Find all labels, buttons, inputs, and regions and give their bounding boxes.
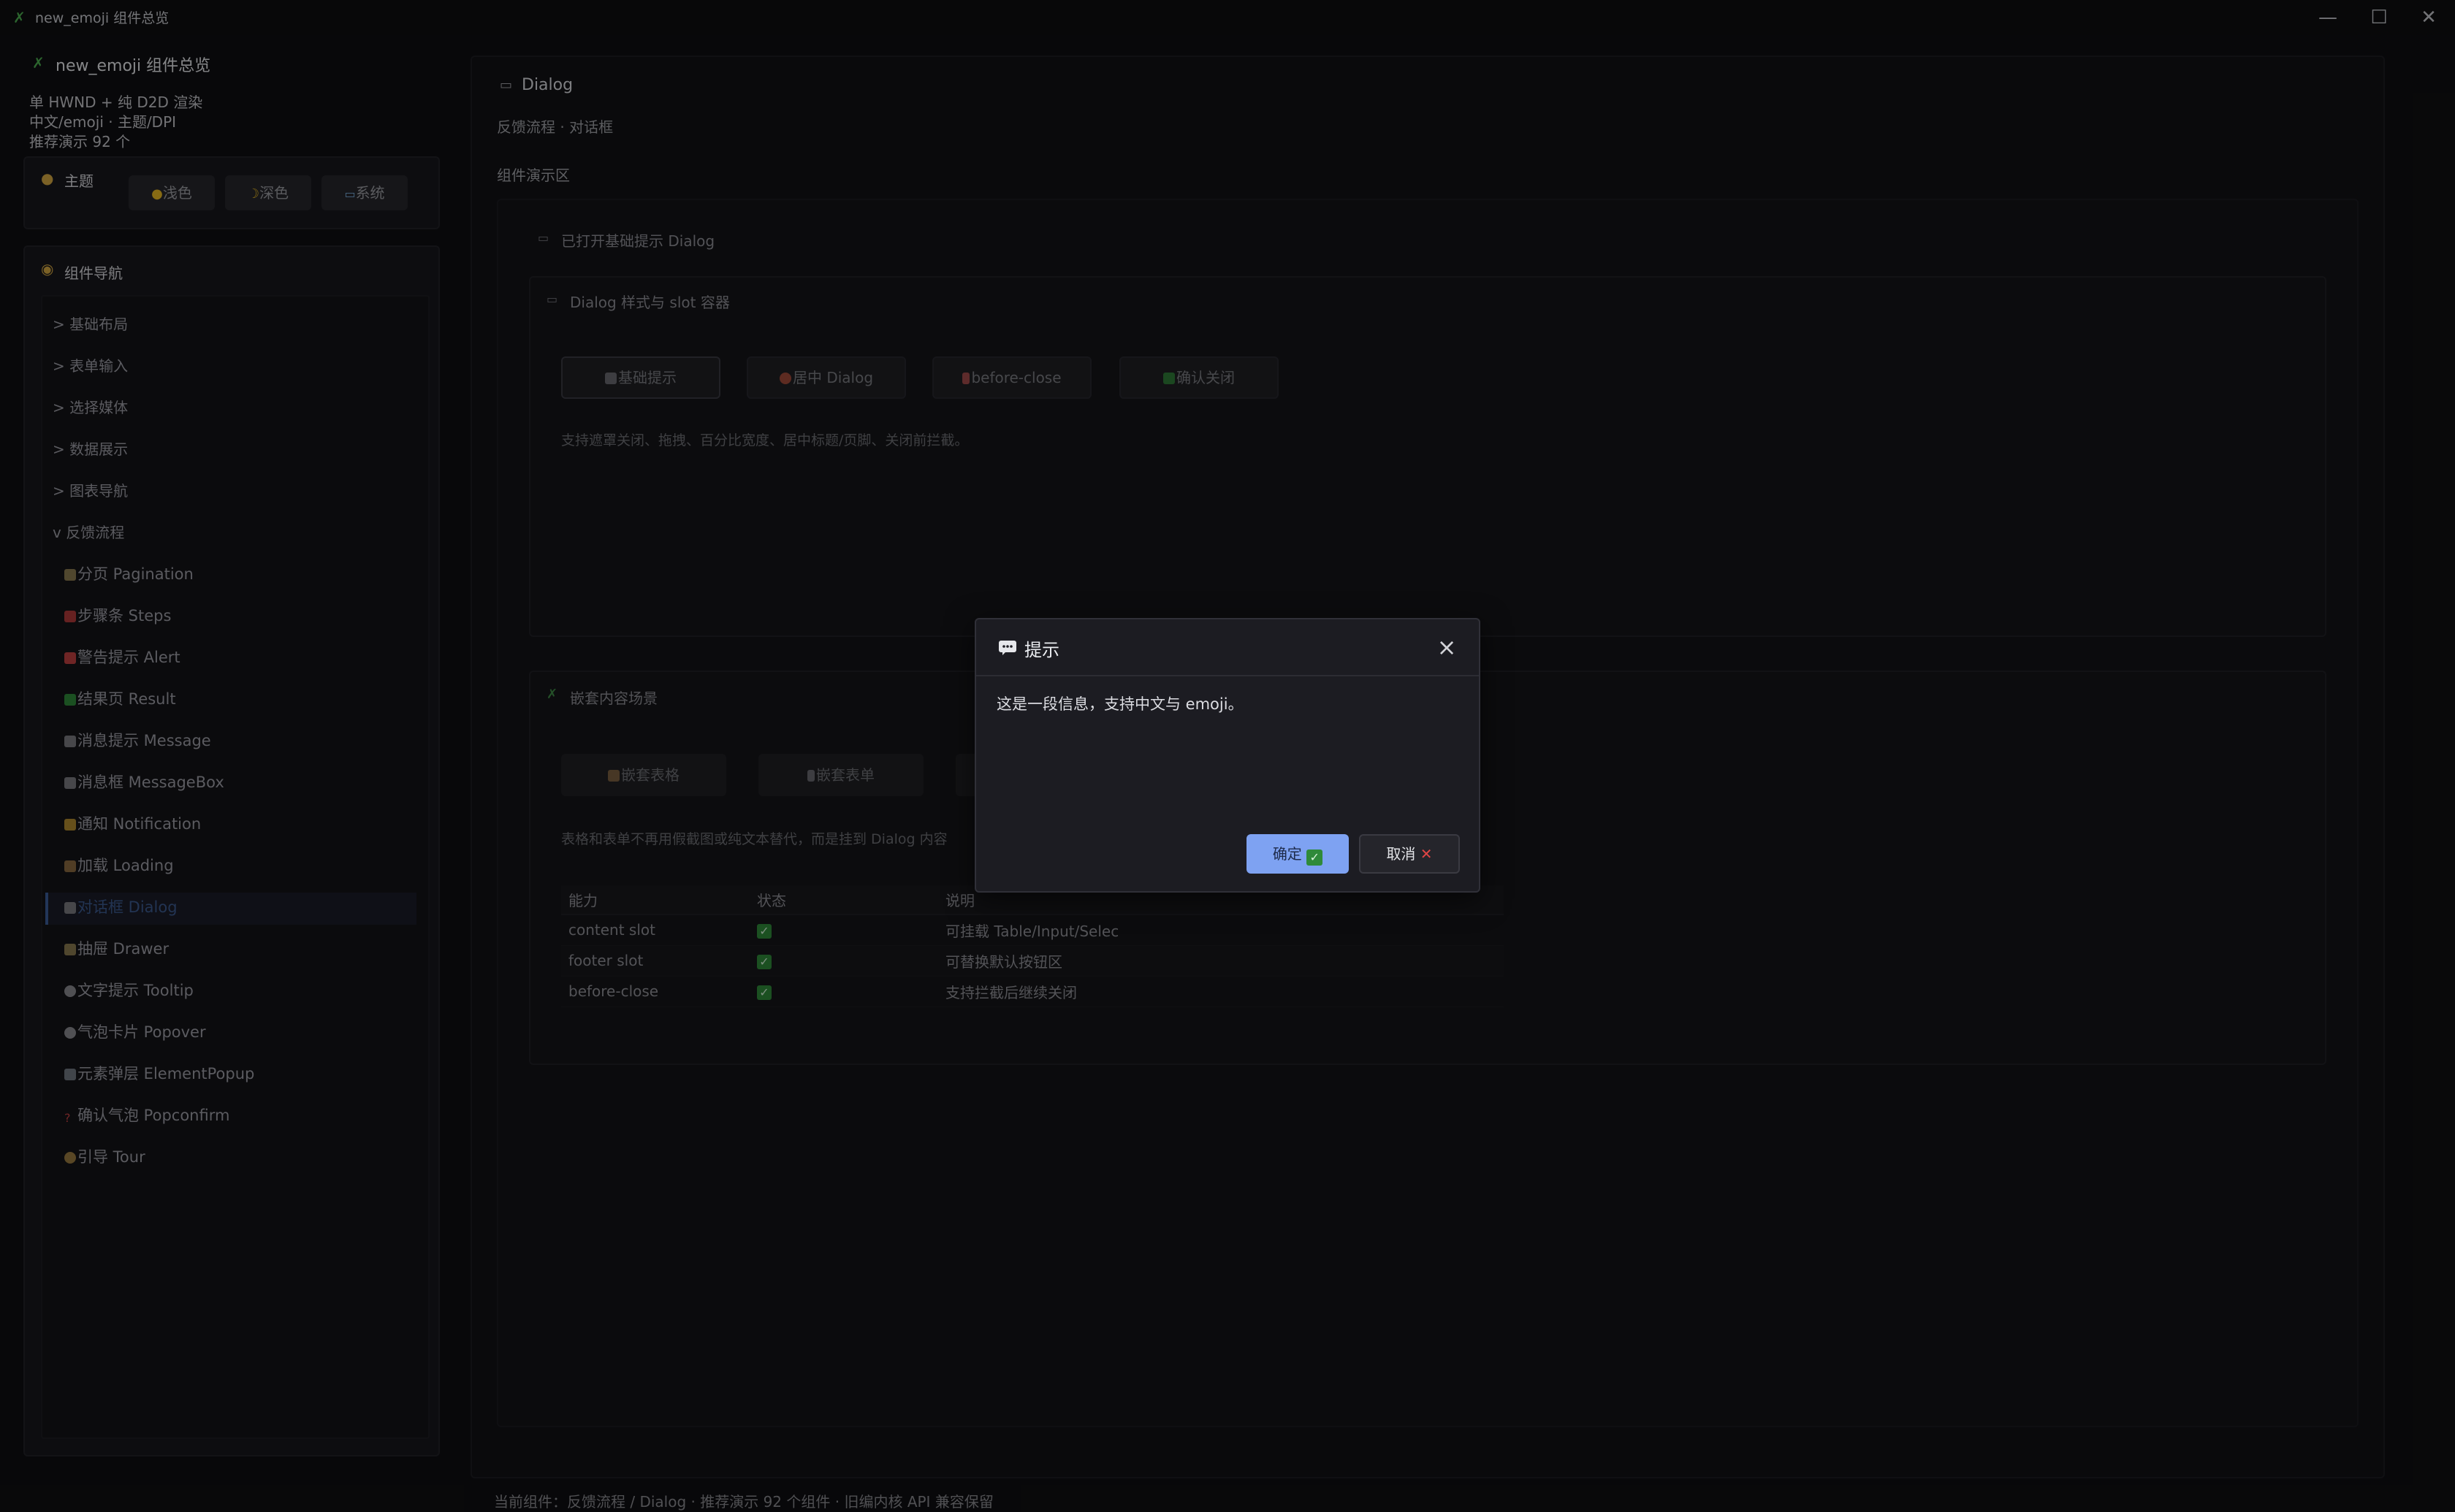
dialog-ok-button[interactable]: 确定 ✓ [1246,834,1349,874]
dialog-cancel-button[interactable]: 取消 ✕ [1359,834,1460,874]
check-icon: ✓ [1306,849,1323,866]
cross-icon: ✕ [1420,845,1433,863]
dialog-header-divider [976,675,1479,676]
dialog-title-icon [998,640,1017,660]
dialog-close-icon[interactable]: × [1432,633,1461,662]
dialog-title: 提示 [1024,640,1059,660]
dialog-content: 这是一段信息，支持中文与 emoji。 [997,695,1244,713]
